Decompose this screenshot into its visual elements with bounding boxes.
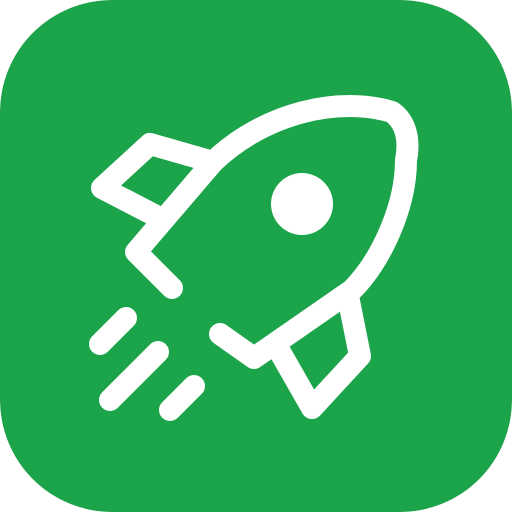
rocket-window xyxy=(271,173,333,235)
app-icon-background xyxy=(0,0,512,512)
rocket-app-icon-graphic xyxy=(0,0,512,512)
app-icon[interactable] xyxy=(0,0,512,512)
